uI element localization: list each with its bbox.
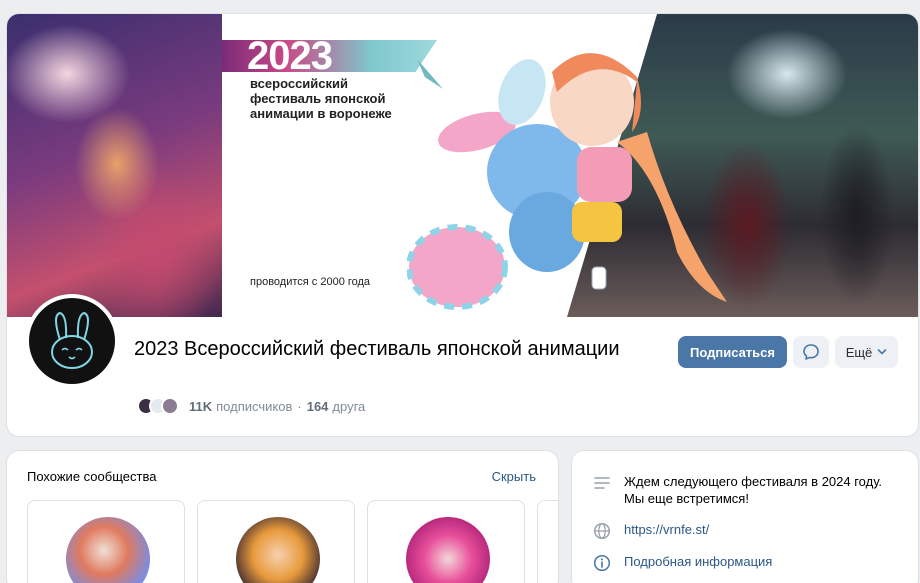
cover-image: 2023 всероссийский фестиваль японской ан… [7,14,918,317]
cover-festival-name: всероссийский фестиваль японской анимаци… [250,76,392,121]
similar-community-card[interactable] [537,500,558,583]
community-avatar[interactable] [25,294,119,388]
friend-avatar [161,397,179,415]
character-sock [591,266,607,290]
similar-community-avatar [66,517,150,583]
friends-count: 164 [306,398,329,414]
chevron-down-icon [877,349,887,355]
more-label: Ещё [845,344,873,360]
message-icon [803,344,819,360]
bunny-logo-icon [51,311,93,369]
community-header-card: 2023 всероссийский фестиваль японской ан… [7,14,918,436]
cover-year: 2023 [247,34,333,78]
subscribe-button[interactable]: Подписаться [678,336,787,368]
website-link[interactable]: https://vrnfe.st/ [624,521,709,538]
hide-similar-link[interactable]: Скрыть [492,469,536,484]
similar-community-card[interactable] [27,500,185,583]
text-lines-icon [592,473,612,493]
similar-communities-title: Похожие сообщества [27,469,157,484]
community-title: 2023 Всероссийский фестиваль японской ан… [134,338,620,360]
mascot-illustration [407,53,727,310]
cover-photo-concert [7,14,222,317]
similar-community-avatar [406,517,490,583]
similar-community-avatar [236,517,320,583]
status-row: Ждем следующего фестиваля в 2024 году. М… [592,473,904,507]
subscribers-summary[interactable]: 11K подписчиков · 164 друга [137,397,365,415]
website-row[interactable]: https://vrnfe.st/ [592,521,709,541]
character-shirt [577,147,632,202]
globe-icon [592,521,612,541]
similar-communities-card: Похожие сообщества Скрыть [7,451,558,583]
community-status: Ждем следующего фестиваля в 2024 году. М… [624,474,883,506]
community-info-card: Ждем следующего фестиваля в 2024 году. М… [572,451,918,583]
info-icon [592,553,612,573]
more-button[interactable]: Ещё [835,336,898,368]
community-page: 2023 всероссийский фестиваль японской ан… [0,0,920,583]
similar-community-card[interactable] [197,500,355,583]
separator-dot: · [297,398,302,414]
friends-label: друга [332,398,366,414]
subscribers-label: подписчиков [216,398,293,414]
character-shorts [572,202,622,242]
similar-community-card[interactable] [367,500,525,583]
message-button[interactable] [793,336,829,368]
subscribers-count: 11K [189,398,213,414]
details-row[interactable]: Подробная информация [592,553,772,573]
character-hair-long [617,132,727,302]
details-link[interactable]: Подробная информация [624,553,772,570]
cover-since: проводится с 2000 года [250,276,371,288]
